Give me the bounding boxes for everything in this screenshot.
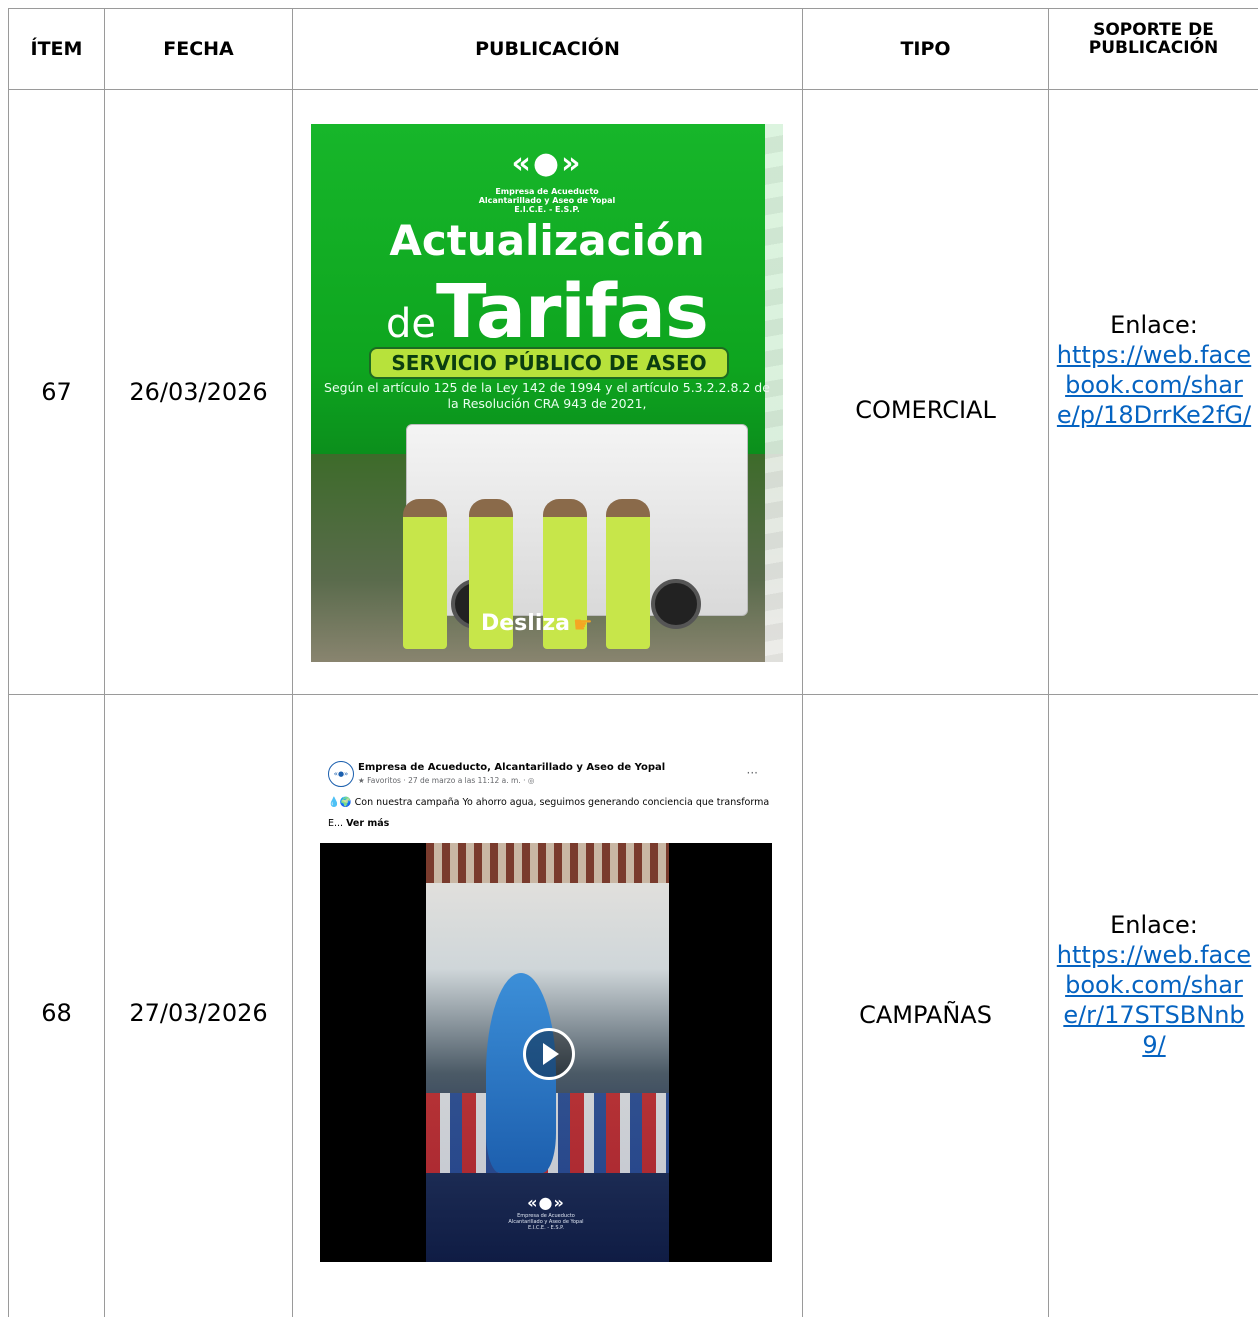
play-icon — [523, 1028, 575, 1080]
header-item: ÍTEM — [30, 38, 83, 60]
video-roof — [426, 843, 669, 883]
row68-item: 68 — [41, 998, 72, 1027]
post-page-name: Empresa de Acueducto, Alcantarillado y A… — [358, 762, 666, 773]
poster-title-line1: Actualización — [389, 216, 705, 265]
torn-edge — [765, 124, 783, 662]
row68-soporte: Enlace: https://web.facebook.com/share/r… — [1054, 695, 1254, 1275]
worker-figure — [403, 499, 447, 649]
page-avatar-icon: «●» — [328, 761, 354, 787]
video-org-name: Empresa de Acueducto Alcantarillado y As… — [508, 1213, 584, 1231]
ver-mas-link: Ver más — [346, 818, 390, 829]
tarifas-poster-image: «●» Empresa de Acueducto Alcantarillado … — [311, 124, 783, 662]
post-video: «●» Empresa de Acueducto Alcantarillado … — [320, 843, 772, 1262]
poster-title-tarifas: Tarifas — [436, 269, 709, 355]
row67-enlace-label: Enlace: — [1110, 311, 1198, 339]
row68-fecha: 27/03/2026 — [129, 998, 268, 1027]
poster-title-line2: deTarifas — [311, 269, 783, 355]
row68-enlace-label: Enlace: — [1110, 911, 1198, 939]
post-meta: ★ Favoritos · 27 de marzo a las 11:12 a.… — [358, 776, 535, 785]
poster-title-de: de — [386, 301, 437, 347]
truck-wheel — [651, 579, 701, 629]
poster-badge: SERVICIO PÚBLICO DE ASEO — [369, 347, 729, 379]
post-caption: 💧🌍 Con nuestra campaña Yo ahorro agua, s… — [328, 797, 770, 808]
facebook-post-screenshot: «●» Empresa de Acueducto, Alcantarillado… — [320, 752, 772, 1262]
header-tipo: TIPO — [900, 38, 951, 60]
header-publicacion: PUBLICACIÓN — [475, 38, 620, 60]
row67-facebook-link[interactable]: https://web.facebook.com/share/p/18DrrKe… — [1054, 340, 1254, 430]
header-fecha: FECHA — [163, 38, 234, 60]
row67-item: 67 — [41, 378, 72, 406]
poster-desliza: Desliza — [481, 611, 571, 636]
row67-fecha: 26/03/2026 — [129, 378, 268, 406]
poster-legal-note: Según el artículo 125 de la Ley 142 de 1… — [324, 380, 770, 411]
row67-tipo: COMERCIAL — [855, 396, 996, 424]
row67-soporte: Enlace: https://web.facebook.com/share/p… — [1054, 90, 1254, 650]
caption-prefix: E... — [328, 818, 344, 829]
company-logo: «●» — [511, 146, 583, 181]
video-logo: «●» — [527, 1193, 565, 1212]
swipe-hand-icon: ☛ — [573, 613, 593, 638]
poster-org-name: Empresa de Acueducto Alcantarillado y As… — [478, 187, 616, 214]
header-soporte-line2: PUBLICACIÓN — [1088, 38, 1219, 58]
more-options-icon: ··· — [746, 766, 758, 780]
row68-tipo: CAMPAÑAS — [859, 1001, 992, 1029]
grid-line — [292, 8, 293, 1317]
grid-line — [1048, 8, 1049, 1317]
worker-figure — [606, 499, 650, 649]
row68-facebook-link[interactable]: https://web.facebook.com/share/r/17STSBN… — [1054, 940, 1254, 1060]
post-caption-continued: E... Ver más — [328, 818, 389, 829]
header-soporte: SOPORTE DE PUBLICACIÓN — [1049, 9, 1258, 69]
header-soporte-line1: SOPORTE DE — [1093, 20, 1214, 40]
